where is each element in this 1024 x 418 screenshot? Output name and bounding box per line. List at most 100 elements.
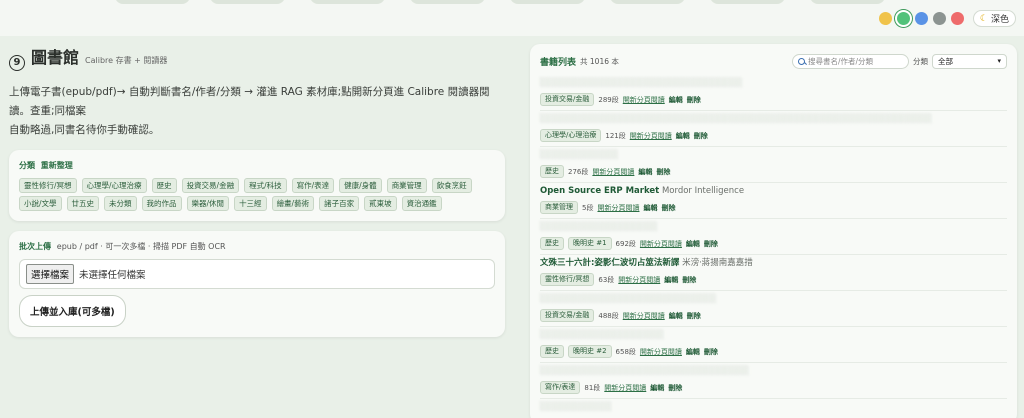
book-title-text: ░░░░░░░░░░░░░░░░░░░░░░░░░░░░░░░░░░░░░░░░… — [540, 114, 933, 124]
edit-book-button[interactable]: 編輯 — [638, 167, 652, 177]
theme-swatch-yellow[interactable] — [878, 12, 892, 25]
category-chip[interactable]: 貳東坡 — [364, 195, 397, 211]
book-row: ░░░░░░░░░░░░░░░░░░░░░░░░░░░ 投資交易/金融 488段 開新… — [540, 291, 1007, 327]
open-reader-link[interactable]: 開新分頁閱讀 — [592, 167, 634, 177]
segment-count: 276段 — [568, 167, 589, 176]
upload-submit-button[interactable]: 上傳並入庫(可多檔) — [19, 294, 126, 327]
book-title: ░░░░░░░░░░░░ — [540, 149, 1007, 162]
chevron-down-icon: ▾ — [997, 57, 1001, 65]
category-chip[interactable]: 小說/文學 — [19, 195, 62, 211]
search-placeholder: 搜尋書名/作者/分類 — [808, 56, 874, 66]
book-title: ░░░░░░░░░░░░░░░░░░░░░░░░░░░ — [540, 293, 1007, 306]
edit-book-button[interactable]: 編輯 — [686, 239, 700, 249]
open-reader-link[interactable]: 開新分頁閱讀 — [618, 275, 660, 285]
category-chip[interactable]: 寫作/表達 — [291, 177, 335, 193]
category-chip[interactable]: 廿五史 — [66, 195, 100, 211]
moon-icon: ☾ — [979, 13, 988, 24]
theme-swatch-red[interactable] — [950, 12, 964, 25]
top-tab-ghost — [610, 0, 685, 4]
delete-book-button[interactable]: 刪除 — [704, 347, 718, 357]
book-title: 文殊三十六計:姿影仁波切占筮法新譯 米滂·蔣揚南嘉嘉措 — [540, 257, 1007, 270]
category-chip[interactable]: 繪畫/藝術 — [271, 195, 315, 211]
refresh-categories-link[interactable]: 重新整理 — [41, 161, 73, 170]
book-search-input[interactable]: 搜尋書名/作者/分類 — [792, 53, 909, 69]
book-meta: 歷史 276段 開新分頁閱讀 編輯 刪除 — [540, 165, 1007, 178]
book-title: ░░░░░░░░░░░░░░░░░░░ — [540, 329, 1007, 342]
book-row: 文殊三十六計:姿影仁波切占筮法新譯 米滂·蔣揚南嘉嘉措 靈性修行/冥想 63段 開新分… — [540, 255, 1007, 291]
category-chip[interactable]: 未分類 — [104, 195, 137, 211]
book-tag: 寫作/表達 — [540, 381, 581, 394]
open-reader-link[interactable]: 開新分頁閱讀 — [597, 203, 639, 213]
open-reader-link[interactable]: 開新分頁閱讀 — [630, 131, 672, 141]
category-chip[interactable]: 靈性修行/冥想 — [19, 177, 77, 193]
category-card: 分類 重新整理 靈性修行/冥想 心理學/心理治療 歷史 投資交易/金融 程式/科技 寫作/… — [9, 149, 505, 221]
category-chip[interactable]: 十三經 — [234, 195, 267, 211]
theme-swatch-gray[interactable] — [932, 12, 946, 25]
delete-book-button[interactable]: 刪除 — [694, 131, 708, 141]
book-title: Open Source ERP Market Mordor Intelligen… — [540, 185, 1007, 198]
delete-book-button[interactable]: 刪除 — [656, 167, 670, 177]
book-row: ░░░░░░░░░░░░░░░░░░ 歷史 晚明史 #1 692段 開新分頁閱讀 編輯 刪除 — [540, 219, 1007, 255]
open-reader-link[interactable]: 開新分頁閱讀 — [640, 347, 682, 357]
open-reader-link[interactable]: 開新分頁閱讀 — [640, 239, 682, 249]
theme-swatch-green[interactable] — [896, 12, 910, 25]
book-title-text: ░░░░░░░░░░░░░░░░░░░░░░░░░░░░░░░░ — [540, 366, 750, 376]
category-chip[interactable]: 心理學/心理治療 — [81, 177, 147, 193]
book-list-title: 書籍列表 — [540, 57, 577, 68]
segment-count: 289段 — [598, 95, 619, 104]
category-chip[interactable]: 我的作品 — [141, 195, 182, 211]
book-row: ░░░░░░░░░░░░░░░░░░░ 歷史 晚明史 #2 658段 開新分頁閱讀 編輯刪… — [540, 327, 1007, 363]
book-count: 共 1016 本 — [580, 56, 619, 66]
book-tag: 投資交易/金融 — [540, 93, 595, 106]
delete-book-button[interactable]: 刪除 — [704, 239, 718, 249]
segment-count: 63段 — [598, 275, 615, 284]
edit-book-button[interactable]: 編輯 — [664, 275, 678, 285]
dark-mode-button[interactable]: ☾ 深色 — [972, 10, 1016, 27]
category-chip[interactable]: 程式/科技 — [244, 177, 287, 193]
category-chip[interactable]: 飲食烹飪 — [431, 177, 472, 193]
upload-heading: 批次上傳 epub / pdf · 可一次多檔 · 掃描 PDF 自動 OCR — [19, 241, 495, 252]
upload-hint: epub / pdf · 可一次多檔 · 掃描 PDF 自動 OCR — [56, 241, 226, 251]
category-chip[interactable]: 商業管理 — [386, 177, 427, 193]
category-filter-select[interactable]: 全部 ▾ — [932, 53, 1007, 69]
file-input[interactable]: 選擇檔案 未選擇任何檔案 — [19, 258, 495, 289]
theme-swatch-blue[interactable] — [914, 12, 928, 25]
upload-title: 批次上傳 — [19, 241, 51, 251]
dark-mode-label: 深色 — [990, 15, 1009, 25]
delete-book-button[interactable]: 刪除 — [661, 203, 675, 213]
choose-file-button[interactable]: 選擇檔案 — [26, 263, 75, 284]
edit-book-button[interactable]: 編輯 — [643, 203, 657, 213]
library-main: 9 圖書館 Calibre 存書 + 閱讀器 上傳電子書(epub/pdf)→ … — [9, 44, 505, 347]
book-row: ░░░░░░░░░░░░░░░░░░░░░░░░░░░░░░░░ 寫作/表達 81段… — [540, 363, 1007, 399]
delete-book-button[interactable]: 刪除 — [687, 95, 701, 105]
delete-book-button[interactable]: 刪除 — [682, 275, 696, 285]
open-reader-link[interactable]: 開新分頁閱讀 — [623, 95, 665, 105]
category-chip[interactable]: 資治通鑑 — [401, 195, 442, 211]
book-title: ░░░░░░░░░░░ — [540, 401, 1007, 414]
category-chip[interactable]: 歷史 — [151, 177, 177, 193]
open-reader-link[interactable]: 開新分頁閱讀 — [623, 311, 665, 321]
category-chip[interactable]: 投資交易/金融 — [181, 177, 240, 193]
segment-count: 81段 — [584, 383, 601, 392]
top-strip: ☾ 深色 — [0, 0, 1024, 36]
edit-book-button[interactable]: 編輯 — [686, 347, 700, 357]
book-title-text: Open Source ERP Market — [540, 186, 660, 196]
top-tab-ghost — [810, 0, 885, 4]
category-chip[interactable]: 諸子百家 — [319, 195, 360, 211]
delete-book-button[interactable]: 刪除 — [687, 311, 701, 321]
page-title: 圖書館 — [31, 48, 80, 67]
segment-count: 658段 — [615, 347, 636, 356]
delete-book-button[interactable]: 刪除 — [668, 383, 682, 393]
book-tag: 歷史 — [540, 345, 564, 358]
category-chip[interactable]: 健康/身體 — [339, 177, 382, 193]
edit-book-button[interactable]: 編輯 — [669, 311, 683, 321]
book-title-text: ░░░░░░░░░░░░ — [540, 150, 619, 160]
edit-book-button[interactable]: 編輯 — [669, 95, 683, 105]
book-title: ░░░░░░░░░░░░░░░░░░░░░░░░░░░░░░░░ — [540, 365, 1007, 378]
category-chip[interactable]: 樂器/休閒 — [186, 195, 230, 211]
description-line: 上傳電子書(epub/pdf)→ 自動判斷書名/作者/分類 → 灌進 RAG 素… — [9, 85, 490, 117]
edit-book-button[interactable]: 編輯 — [650, 383, 664, 393]
open-reader-link[interactable]: 開新分頁閱讀 — [604, 383, 646, 393]
edit-book-button[interactable]: 編輯 — [676, 131, 690, 141]
book-meta: 商業管理 5段 開新分頁閱讀 編輯 刪除 — [540, 201, 1007, 214]
